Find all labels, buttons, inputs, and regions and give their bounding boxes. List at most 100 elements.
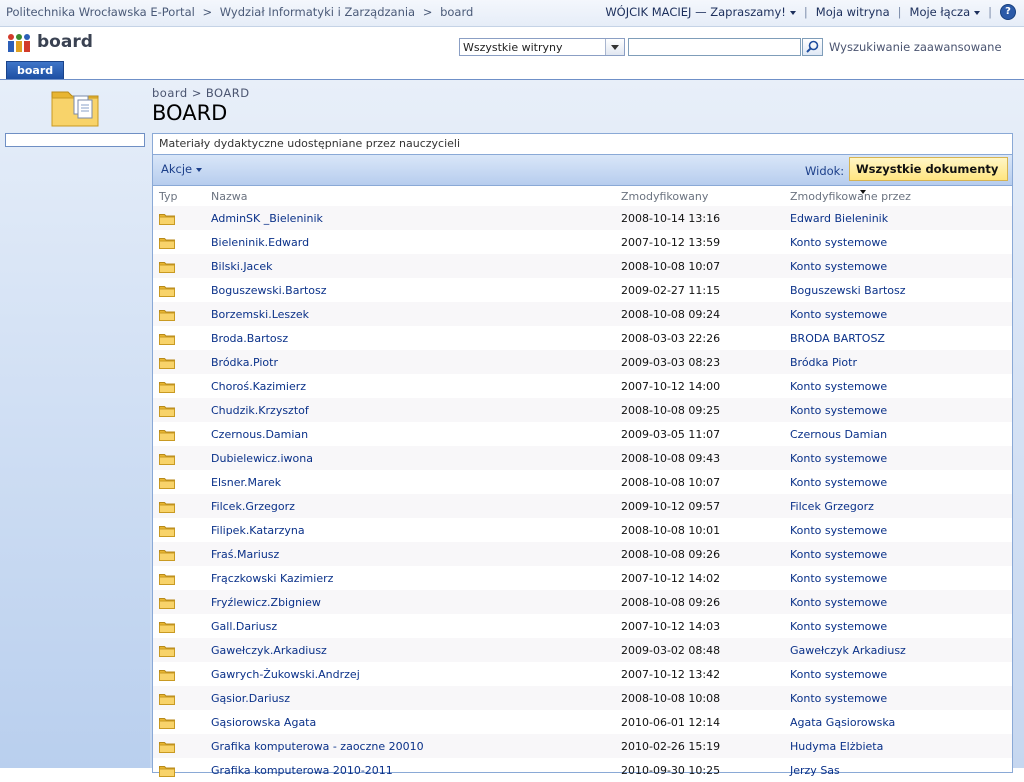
user-link[interactable]: Konto systemowe [790,236,887,249]
search-scope-select[interactable]: Wszystkie witryny [459,38,625,56]
folder-link[interactable]: Gawrych-Żukowski.Andrzej [211,668,360,681]
table-row[interactable]: Bilski.Jacek 2008-10-08 10:07 Konto system… [153,254,1012,278]
user-link[interactable]: Hudyma Elżbieta [790,740,883,753]
table-row[interactable]: Fraś.Mariusz 2008-10-08 09:26 Konto system… [153,542,1012,566]
folder-icon [159,549,175,561]
advanced-search-link[interactable]: Wyszukiwanie zaawansowane [829,40,1002,54]
view-selector[interactable]: Wszystkie dokumenty [849,157,1008,194]
user-link[interactable]: Czernous Damian [790,428,887,441]
user-link[interactable]: Konto systemowe [790,596,887,609]
user-link[interactable]: BRODA BARTOSZ [790,332,885,345]
user-link[interactable]: Konto systemowe [790,380,887,393]
folder-link[interactable]: Gall.Dariusz [211,620,277,633]
folder-link[interactable]: Grafika komputerowa - zaoczne 20010 [211,740,424,753]
user-link[interactable]: Edward Bieleninik [790,212,888,225]
user-link[interactable]: Agata Gąsiorowska [790,716,895,729]
user-link[interactable]: Bródka Piotr [790,356,857,369]
folder-link[interactable]: Fraś.Mariusz [211,548,279,561]
user-link[interactable]: Konto systemowe [790,548,887,561]
my-site-link[interactable]: Moja witryna [816,5,890,19]
breadcrumb-board-link[interactable]: board [152,86,188,100]
row-name-cell: Grafika komputerowa 2010-2011 [211,758,621,782]
folder-link[interactable]: Czernous.Damian [211,428,308,441]
help-icon[interactable]: ? [1000,4,1016,20]
folder-link[interactable]: Gąsiorowska Agata [211,716,316,729]
user-link[interactable]: Konto systemowe [790,404,887,417]
divider: | [988,5,992,19]
search-button[interactable] [802,38,823,56]
user-link[interactable]: Konto systemowe [790,620,887,633]
user-link[interactable]: Konto systemowe [790,668,887,681]
table-row[interactable]: Fryźlewicz.Zbigniew 2008-10-08 09:26 Konto… [153,590,1012,614]
folder-link[interactable]: Boguszewski.Bartosz [211,284,327,297]
user-link[interactable]: Konto systemowe [790,524,887,537]
table-row[interactable]: Choroś.Kazimierz 2007-10-12 14:00 Konto sy… [153,374,1012,398]
table-row[interactable]: Grafika komputerowa 2010-2011 2010-09-30 … [153,758,1012,782]
folder-link[interactable]: Bilski.Jacek [211,260,272,273]
table-row[interactable]: Gall.Dariusz 2007-10-12 14:03 Konto system… [153,614,1012,638]
table-row[interactable]: Bródka.Piotr 2009-03-03 08:23 Bródka Piotr [153,350,1012,374]
chevron-down-icon[interactable] [605,39,624,55]
site-title[interactable]: board [37,32,93,52]
user-link[interactable]: Konto systemowe [790,260,887,273]
folder-link[interactable]: Gawełczyk.Arkadiusz [211,644,327,657]
user-link[interactable]: Filcek Grzegorz [790,500,874,513]
folder-link[interactable]: Broda.Bartosz [211,332,288,345]
table-row[interactable]: Chudzik.Krzysztof 2008-10-08 09:25 Konto s… [153,398,1012,422]
folder-link[interactable]: Elsner.Marek [211,476,281,489]
folder-link[interactable]: Dubielewicz.iwona [211,452,313,465]
actions-menu[interactable]: Akcje [161,162,203,176]
user-link[interactable]: Konto systemowe [790,692,887,705]
folder-link[interactable]: Bródka.Piotr [211,356,278,369]
table-row[interactable]: Bieleninik.Edward 2007-10-12 13:59 Konto s… [153,230,1012,254]
global-breadcrumb-faculty[interactable]: Wydział Informatyki i Zarządzania [220,5,415,19]
table-row[interactable]: Frączkowski Kazimierz 2007-10-12 14:02 Kon… [153,566,1012,590]
table-row[interactable]: Grafika komputerowa - zaoczne 20010 2010-… [153,734,1012,758]
folder-link[interactable]: Choroś.Kazimierz [211,380,306,393]
folder-link[interactable]: Fryźlewicz.Zbigniew [211,596,321,609]
folder-link[interactable]: Gąsior.Dariusz [211,692,290,705]
tab-board[interactable]: board [6,61,65,79]
folder-link[interactable]: Filipek.Katarzyna [211,524,305,537]
folder-link[interactable]: Frączkowski Kazimierz [211,572,333,585]
folder-link[interactable]: AdminSK _Bieleninik [211,212,323,225]
folder-link[interactable]: Bieleninik.Edward [211,236,309,249]
user-link[interactable]: Jerzy Sas [790,764,840,777]
column-header-modified-by[interactable]: Zmodyfikowane przez [790,186,1012,206]
folder-icon [159,645,175,657]
table-row[interactable]: Filipek.Katarzyna 2008-10-08 10:01 Konto s… [153,518,1012,542]
user-link[interactable]: Gawełczyk Arkadiusz [790,644,906,657]
table-row[interactable]: Gąsiorowska Agata 2010-06-01 12:14 Agata G… [153,710,1012,734]
column-header-name[interactable]: Nazwa [211,186,621,206]
view-label: Widok: [805,164,845,178]
my-links-menu[interactable]: Moje łącza [910,5,981,19]
user-link[interactable]: Konto systemowe [790,572,887,585]
table-row[interactable]: Borzemski.Leszek 2008-10-08 09:24 Konto sy… [153,302,1012,326]
row-modified-by-cell: Konto systemowe [790,374,1012,398]
table-row[interactable]: Filcek.Grzegorz 2009-10-12 09:57 Filcek Gr… [153,494,1012,518]
user-link[interactable]: Konto systemowe [790,476,887,489]
user-welcome-menu[interactable]: WÓJCIK MACIEJ — Zapraszamy! [605,5,796,19]
user-link[interactable]: Konto systemowe [790,308,887,321]
column-header-modified[interactable]: Zmodyfikowany [621,186,790,206]
folder-link[interactable]: Grafika komputerowa 2010-2011 [211,764,393,777]
user-link[interactable]: Konto systemowe [790,452,887,465]
table-row[interactable]: Gawrych-Żukowski.Andrzej 2007-10-12 13:42… [153,662,1012,686]
global-breadcrumb-board[interactable]: board [440,5,473,19]
chevron-down-icon [196,167,203,172]
table-row[interactable]: AdminSK _Bieleninik 2008-10-14 13:16 Edwar… [153,206,1012,230]
table-row[interactable]: Gawełczyk.Arkadiusz 2009-03-02 08:48 Gaweł… [153,638,1012,662]
table-row[interactable]: Boguszewski.Bartosz 2009-02-27 11:15 Bogus… [153,278,1012,302]
column-header-type[interactable]: Typ [153,186,211,206]
table-row[interactable]: Czernous.Damian 2009-03-05 11:07 Czernous … [153,422,1012,446]
user-link[interactable]: Boguszewski Bartosz [790,284,906,297]
global-breadcrumb-portal[interactable]: Politechnika Wrocławska E-Portal [6,5,195,19]
folder-link[interactable]: Filcek.Grzegorz [211,500,295,513]
search-input[interactable] [628,38,801,56]
table-row[interactable]: Gąsior.Dariusz 2008-10-08 10:08 Konto syst… [153,686,1012,710]
folder-link[interactable]: Chudzik.Krzysztof [211,404,309,417]
table-row[interactable]: Broda.Bartosz 2008-03-03 22:26 BRODA BARTO… [153,326,1012,350]
table-row[interactable]: Dubielewicz.iwona 2008-10-08 09:43 Konto s… [153,446,1012,470]
table-row[interactable]: Elsner.Marek 2008-10-08 10:07 Konto system… [153,470,1012,494]
folder-link[interactable]: Borzemski.Leszek [211,308,309,321]
